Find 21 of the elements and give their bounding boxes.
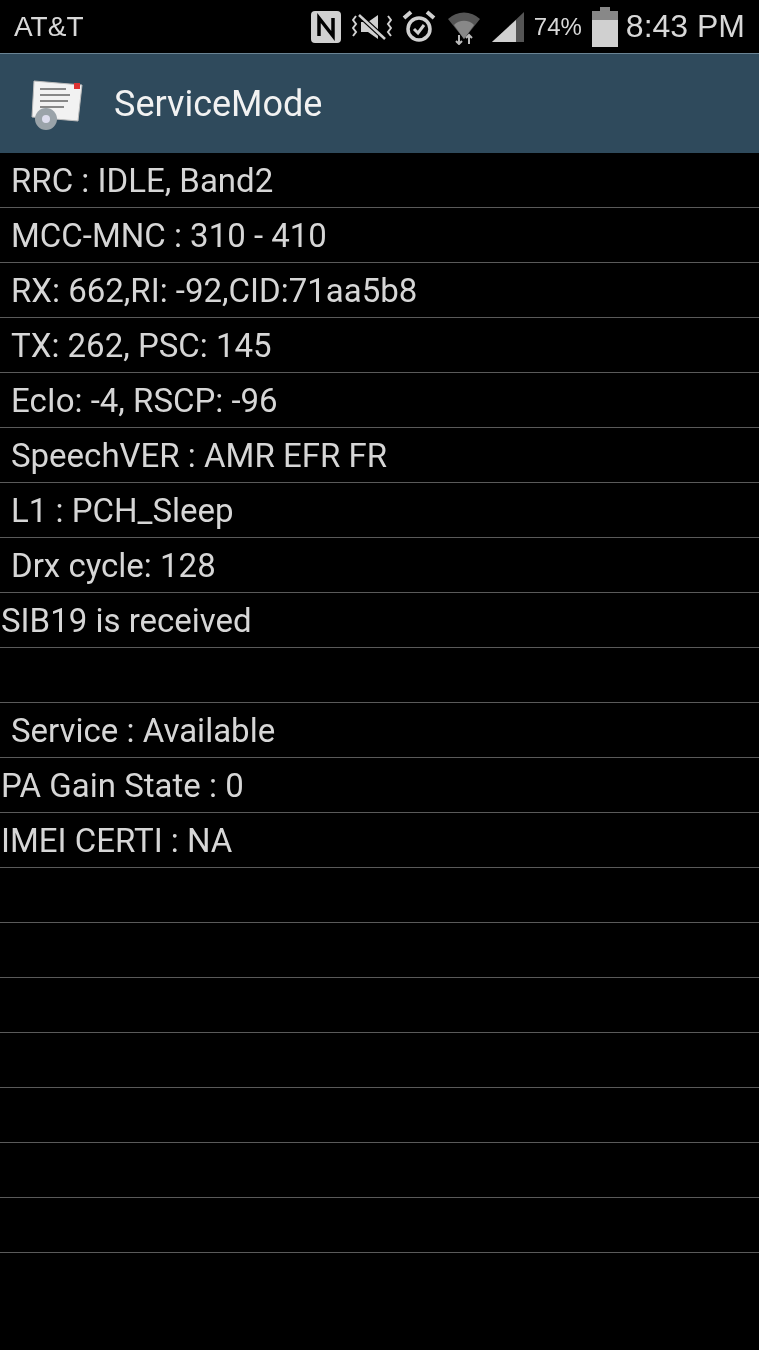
alarm-clock-icon	[401, 9, 436, 44]
info-text: L1 : PCH_Sleep	[10, 490, 234, 530]
mute-vibrate-icon	[351, 11, 392, 42]
app-title: ServiceMode	[114, 82, 323, 125]
info-text: EcIo: -4, RSCP: -96	[10, 380, 278, 420]
info-text: IMEI CERTI : NA	[0, 820, 233, 860]
info-text: Drx cycle: 128	[10, 545, 216, 585]
battery-icon	[591, 6, 618, 47]
battery-percent: 74%	[533, 12, 582, 41]
signal-icon	[491, 11, 524, 42]
info-text: PA Gain State : 0	[0, 765, 244, 805]
info-text: Service : Available	[10, 710, 276, 750]
info-text: SpeechVER : AMR EFR FR	[10, 435, 387, 475]
info-text: SIB19 is received	[0, 600, 252, 640]
info-text: MCC-MNC : 310 - 410	[10, 215, 327, 255]
carrier-name: AT&T	[14, 10, 85, 43]
info-text: TX: 262, PSC: 145	[10, 325, 272, 365]
nfc-icon	[309, 9, 342, 44]
clock-time: 8:43 PM	[625, 8, 745, 45]
info-text: RRC : IDLE, Band2	[10, 160, 274, 200]
info-text: RX: 662,RI: -92,CID:71aa5b8	[10, 270, 418, 310]
